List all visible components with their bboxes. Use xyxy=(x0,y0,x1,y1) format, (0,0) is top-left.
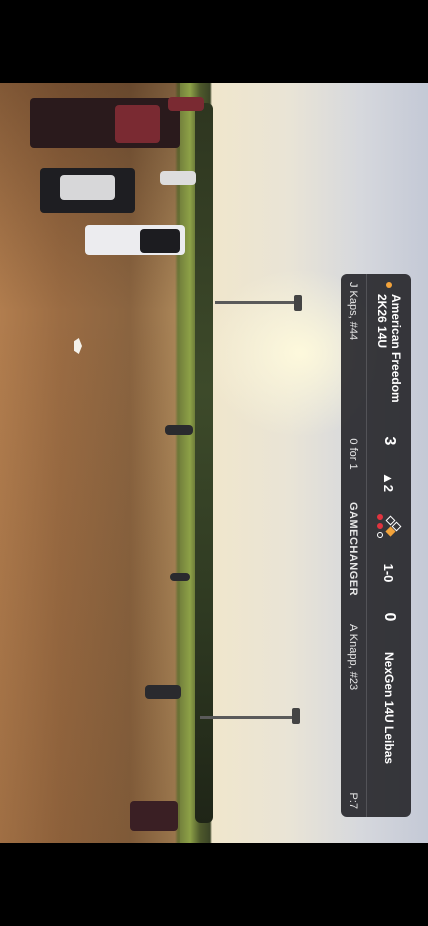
top-letterbox xyxy=(0,0,428,83)
catcher-uniform xyxy=(60,175,115,200)
base-and-out-indicator xyxy=(377,506,402,546)
batter-name: J Kaps, #44 xyxy=(347,282,359,341)
out-dot xyxy=(377,532,384,538)
brand-label: GAMECHANGER xyxy=(347,501,359,597)
home-team-name: American Freedom 2K26 14U xyxy=(375,294,403,403)
scoreboard-overlay: American Freedom 2K26 14U 3 ▲2 1-0 0 Nex… xyxy=(341,274,411,817)
pitch-count: P:7 xyxy=(347,792,359,809)
light-pole xyxy=(215,301,299,304)
fielder xyxy=(145,685,181,699)
fielder xyxy=(160,171,196,185)
light-pole xyxy=(200,716,296,719)
out-dot xyxy=(377,514,384,520)
away-score: 0 xyxy=(381,612,398,622)
away-team-name: NexGen 14U Leibas xyxy=(382,652,396,765)
fielder xyxy=(165,425,193,435)
ball-strike-count: 1-0 xyxy=(381,563,397,583)
light-head xyxy=(294,295,302,311)
out-dot xyxy=(377,523,384,529)
fielder xyxy=(170,573,190,581)
pitcher-name: A Knapp, #23 xyxy=(347,624,359,691)
umpire-shirt xyxy=(115,105,160,143)
bottom-letterbox xyxy=(0,843,428,926)
home-score: 3 xyxy=(381,436,398,446)
home-team: American Freedom 2K26 14U xyxy=(375,274,403,424)
light-head xyxy=(292,708,300,724)
outs-indicator xyxy=(377,514,384,538)
batting-indicator-dot xyxy=(386,282,392,288)
treeline xyxy=(195,103,213,823)
fielder xyxy=(168,97,204,111)
video-frame[interactable]: American Freedom 2K26 14U 3 ▲2 1-0 0 Nex… xyxy=(0,83,428,843)
bases-diamond-icon xyxy=(386,515,402,537)
fielder xyxy=(130,801,178,831)
inning-indicator: ▲2 xyxy=(381,471,397,493)
batter-stat: 0 for 1 xyxy=(347,438,359,470)
batter-helmet xyxy=(140,229,180,253)
